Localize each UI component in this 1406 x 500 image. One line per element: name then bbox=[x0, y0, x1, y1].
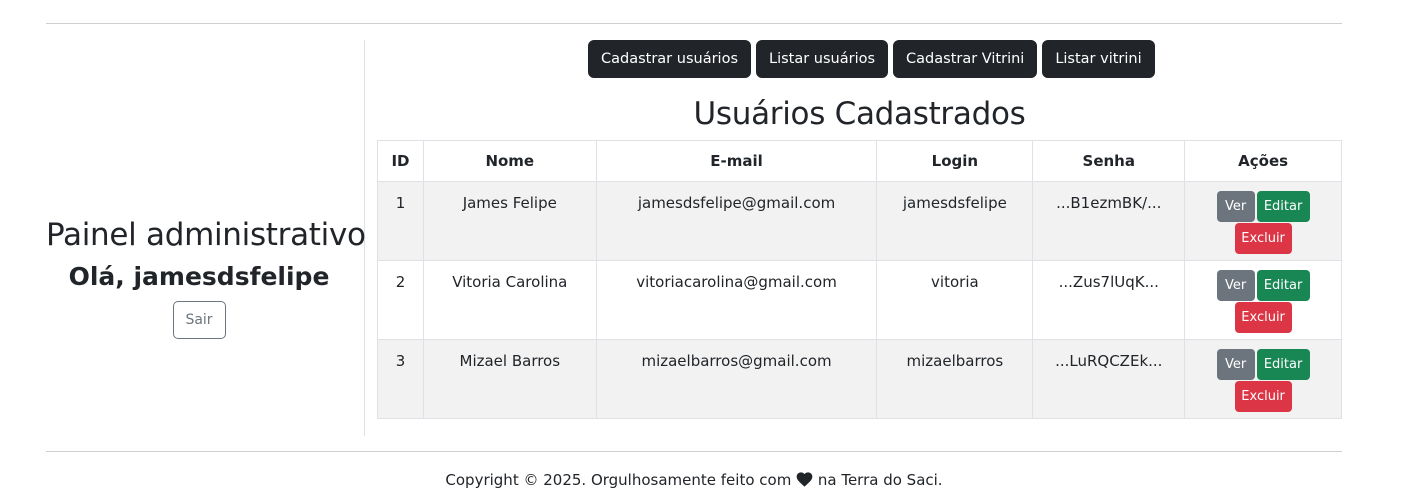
top-divider bbox=[46, 23, 1342, 24]
footer-text-before: Copyright © 2025. Orgulhosamente feito c… bbox=[445, 471, 792, 489]
cell-password: ...LuRQCZEk... bbox=[1032, 339, 1186, 419]
table-header-row: ID Nome E-mail Login Senha Ações bbox=[377, 140, 1342, 182]
top-nav: Cadastrar usuários Listar usuários Cadas… bbox=[588, 40, 1155, 78]
table-row: 3 Mizael Barros mizaelbarros@gmail.com m… bbox=[377, 339, 1342, 419]
column-header-login: Login bbox=[876, 140, 1034, 182]
sidebar: Painel administrativo Olá, jamesdsfelipe… bbox=[46, 40, 366, 436]
delete-button[interactable]: Excluir bbox=[1234, 223, 1292, 254]
view-button[interactable]: Ver bbox=[1216, 270, 1255, 301]
cell-login: vitoria bbox=[876, 260, 1034, 340]
edit-button[interactable]: Editar bbox=[1256, 349, 1310, 380]
cell-password: ...Zus7lUqK... bbox=[1032, 260, 1186, 340]
table-row: 1 James Felipe jamesdsfelipe@gmail.com j… bbox=[377, 181, 1342, 261]
cell-email: mizaelbarros@gmail.com bbox=[595, 339, 878, 419]
nav-register-showcase-button[interactable]: Cadastrar Vitrini bbox=[893, 40, 1038, 78]
nav-register-users-button[interactable]: Cadastrar usuários bbox=[588, 40, 751, 78]
column-header-actions: Ações bbox=[1184, 140, 1342, 182]
cell-name: James Felipe bbox=[422, 181, 597, 261]
edit-button[interactable]: Editar bbox=[1256, 191, 1310, 222]
view-button[interactable]: Ver bbox=[1216, 191, 1255, 222]
user-greeting: Olá, jamesdsfelipe bbox=[68, 262, 330, 291]
column-header-password: Senha bbox=[1032, 140, 1186, 182]
cell-login: jamesdsfelipe bbox=[876, 181, 1034, 261]
cell-login: mizaelbarros bbox=[876, 339, 1034, 419]
cell-name: Mizael Barros bbox=[422, 339, 597, 419]
delete-button[interactable]: Excluir bbox=[1234, 302, 1292, 333]
footer-text-after: na Terra do Saci. bbox=[817, 471, 943, 489]
cell-email: jamesdsfelipe@gmail.com bbox=[595, 181, 878, 261]
footer-divider bbox=[46, 451, 1342, 452]
cell-id: 2 bbox=[377, 260, 424, 340]
edit-button[interactable]: Editar bbox=[1256, 270, 1310, 301]
cell-id: 3 bbox=[377, 339, 424, 419]
cell-id: 1 bbox=[377, 181, 424, 261]
cell-actions: Ver Editar Excluir bbox=[1184, 339, 1342, 419]
cell-email: vitoriacarolina@gmail.com bbox=[595, 260, 878, 340]
column-header-email: E-mail bbox=[595, 140, 878, 182]
page-title: Usuários Cadastrados bbox=[693, 96, 1026, 132]
users-table: ID Nome E-mail Login Senha Ações 1 James… bbox=[377, 140, 1342, 419]
heart-icon bbox=[796, 472, 813, 492]
panel-title: Painel administrativo bbox=[46, 217, 366, 253]
footer: Copyright © 2025. Orgulhosamente feito c… bbox=[0, 470, 1388, 492]
sidebar-content: Painel administrativo Olá, jamesdsfelipe… bbox=[46, 216, 366, 339]
column-header-name: Nome bbox=[422, 140, 597, 182]
column-header-id: ID bbox=[377, 140, 424, 182]
nav-list-showcase-button[interactable]: Listar vitrini bbox=[1042, 40, 1155, 78]
cell-password: ...B1ezmBK/... bbox=[1032, 181, 1186, 261]
logout-button[interactable]: Sair bbox=[172, 301, 226, 339]
nav-list-users-button[interactable]: Listar usuários bbox=[756, 40, 889, 78]
cell-actions: Ver Editar Excluir bbox=[1184, 260, 1342, 340]
view-button[interactable]: Ver bbox=[1216, 349, 1255, 380]
cell-actions: Ver Editar Excluir bbox=[1184, 181, 1342, 261]
cell-name: Vitoria Carolina bbox=[422, 260, 597, 340]
delete-button[interactable]: Excluir bbox=[1234, 381, 1292, 412]
table-row: 2 Vitoria Carolina vitoriacarolina@gmail… bbox=[377, 260, 1342, 340]
